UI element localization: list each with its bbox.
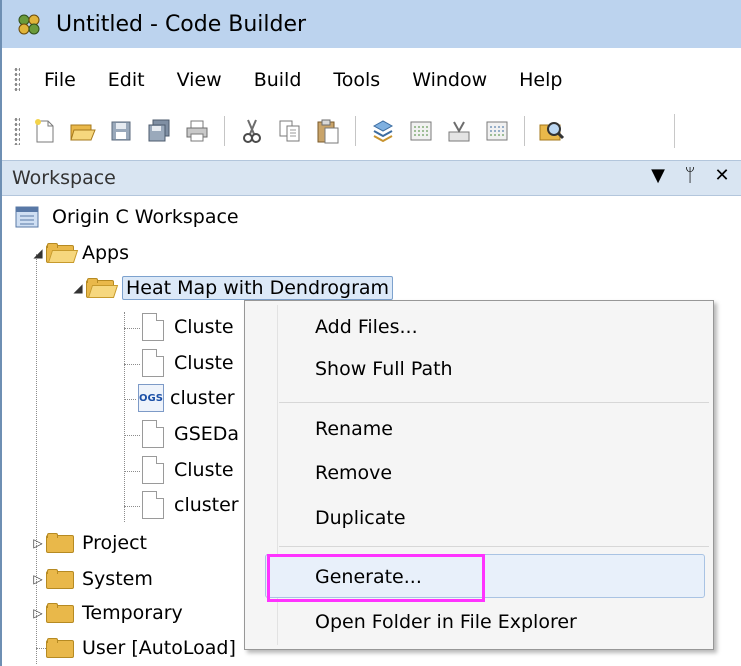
folder-icon — [46, 533, 76, 553]
menu-bar: File Edit View Build Tools Window Help — [2, 55, 741, 105]
menu-build[interactable]: Build — [238, 60, 318, 100]
compile-icon[interactable] — [406, 116, 436, 146]
menu-item-generate[interactable]: Generate... — [315, 560, 422, 594]
code-builder-icon — [16, 12, 44, 36]
title-bar: Untitled - Code Builder — [2, 0, 741, 48]
tree-folder-label: System — [82, 568, 153, 590]
tree-root[interactable]: Origin C Workspace — [14, 201, 239, 233]
window-title: Untitled - Code Builder — [56, 11, 307, 37]
menu-item-duplicate[interactable]: Duplicate — [315, 501, 406, 535]
tree-folder-temporary[interactable]: ▷ Temporary — [30, 597, 183, 629]
debug-icon[interactable] — [444, 116, 474, 146]
build-all-icon[interactable] — [482, 116, 512, 146]
file-icon — [142, 456, 164, 484]
collapsed-arrow-icon[interactable]: ▷ — [30, 572, 46, 586]
tree-file[interactable]: GSEDa — [142, 418, 239, 450]
close-icon[interactable]: ✕ — [711, 165, 733, 186]
open-folder-icon — [86, 278, 119, 298]
tree-folder-label: Heat Map with Dendrogram — [122, 276, 394, 300]
menu-separator — [279, 402, 709, 403]
open-folder-icon[interactable] — [68, 116, 98, 146]
file-icon — [142, 420, 164, 448]
tree-folder-label: Apps — [82, 242, 130, 264]
tree-connector — [124, 435, 140, 436]
tree-folder-label: Temporary — [82, 602, 183, 624]
save-icon[interactable] — [106, 116, 136, 146]
toolbar-grip[interactable] — [14, 117, 20, 145]
tree-connector — [124, 471, 140, 472]
tree-file[interactable]: Cluste — [142, 311, 234, 343]
tree-file-label: Cluste — [174, 316, 234, 338]
tree-connector — [124, 399, 136, 400]
tree-folder-user[interactable]: User [AutoLoad] — [46, 632, 236, 664]
code-builder-window: Untitled - Code Builder File Edit View B… — [0, 0, 741, 666]
folder-icon — [46, 638, 76, 658]
menu-help[interactable]: Help — [503, 60, 578, 100]
tree-folder-apps[interactable]: ◢ Apps — [30, 237, 129, 269]
menu-item-rename[interactable]: Rename — [315, 412, 393, 446]
menu-window[interactable]: Window — [396, 60, 503, 100]
tree-folder-label: Project — [82, 532, 148, 554]
collapsed-arrow-icon[interactable]: ▷ — [30, 536, 46, 550]
folder-icon — [46, 603, 76, 623]
collapsed-arrow-icon[interactable]: ▷ — [30, 606, 46, 620]
tree-root-label: Origin C Workspace — [52, 206, 239, 228]
tree-file[interactable]: Cluste — [142, 454, 234, 486]
tree-folder-label: User [AutoLoad] — [82, 637, 236, 659]
file-icon — [142, 349, 164, 377]
tree-file[interactable]: Cluste — [142, 347, 234, 379]
toolbar-entry[interactable] — [674, 114, 741, 148]
panel-controls: ▼ ᛘ ✕ — [647, 165, 733, 186]
folder-icon — [46, 569, 76, 589]
pin-icon[interactable]: ᛘ — [679, 165, 701, 186]
menu-item-show-full-path[interactable]: Show Full Path — [315, 352, 453, 386]
menu-edit[interactable]: Edit — [92, 60, 161, 100]
tree-file-label: Cluste — [174, 459, 234, 481]
file-icon — [142, 491, 164, 519]
menu-item-open-folder[interactable]: Open Folder in File Explorer — [315, 605, 577, 639]
cut-icon[interactable] — [237, 116, 267, 146]
tree-connector — [124, 364, 140, 365]
tree-file[interactable]: OGS cluster — [138, 382, 235, 414]
menu-view[interactable]: View — [161, 60, 238, 100]
copy-icon[interactable] — [275, 116, 305, 146]
workspace-title: Workspace — [12, 167, 116, 189]
build-icon[interactable] — [368, 116, 398, 146]
workspace-icon — [14, 205, 42, 229]
tree-file-label: Cluste — [174, 352, 234, 374]
context-menu: Add Files... Show Full Path Rename Remov… — [244, 300, 714, 650]
paste-icon[interactable] — [313, 116, 343, 146]
menu-item-add-files[interactable]: Add Files... — [315, 310, 418, 344]
tree-folder-project[interactable]: ▷ Project — [30, 527, 147, 559]
expanded-arrow-icon[interactable]: ◢ — [70, 281, 86, 295]
toolbar-separator — [524, 116, 525, 146]
find-icon[interactable] — [537, 116, 567, 146]
menu-separator — [279, 546, 709, 547]
menu-tools[interactable]: Tools — [317, 60, 396, 100]
toolbar-separator — [355, 116, 356, 146]
open-folder-icon — [46, 243, 79, 263]
tree-file[interactable]: cluster — [142, 489, 239, 521]
file-icon — [142, 313, 164, 341]
tree-folder-system[interactable]: ▷ System — [30, 563, 153, 595]
ogs-file-icon: OGS — [138, 384, 164, 412]
tree-connector — [124, 312, 125, 522]
print-icon[interactable] — [182, 116, 212, 146]
dropdown-arrow-icon[interactable]: ▼ — [647, 165, 669, 186]
tree-file-label: cluster — [174, 494, 239, 516]
toolbar — [2, 105, 741, 157]
tree-connector — [124, 506, 140, 507]
expanded-arrow-icon[interactable]: ◢ — [30, 246, 46, 260]
tree-file-label: GSEDa — [174, 423, 240, 445]
workspace-panel-header: Workspace ▼ ᛘ ✕ — [2, 160, 741, 196]
new-file-icon[interactable] — [30, 116, 60, 146]
menubar-grip[interactable] — [14, 67, 20, 93]
tree-file-label: cluster — [170, 387, 235, 409]
tree-connector — [124, 328, 140, 329]
menu-item-remove[interactable]: Remove — [315, 456, 392, 490]
save-all-icon[interactable] — [144, 116, 174, 146]
menu-file[interactable]: File — [28, 60, 92, 100]
toolbar-separator — [224, 116, 225, 146]
